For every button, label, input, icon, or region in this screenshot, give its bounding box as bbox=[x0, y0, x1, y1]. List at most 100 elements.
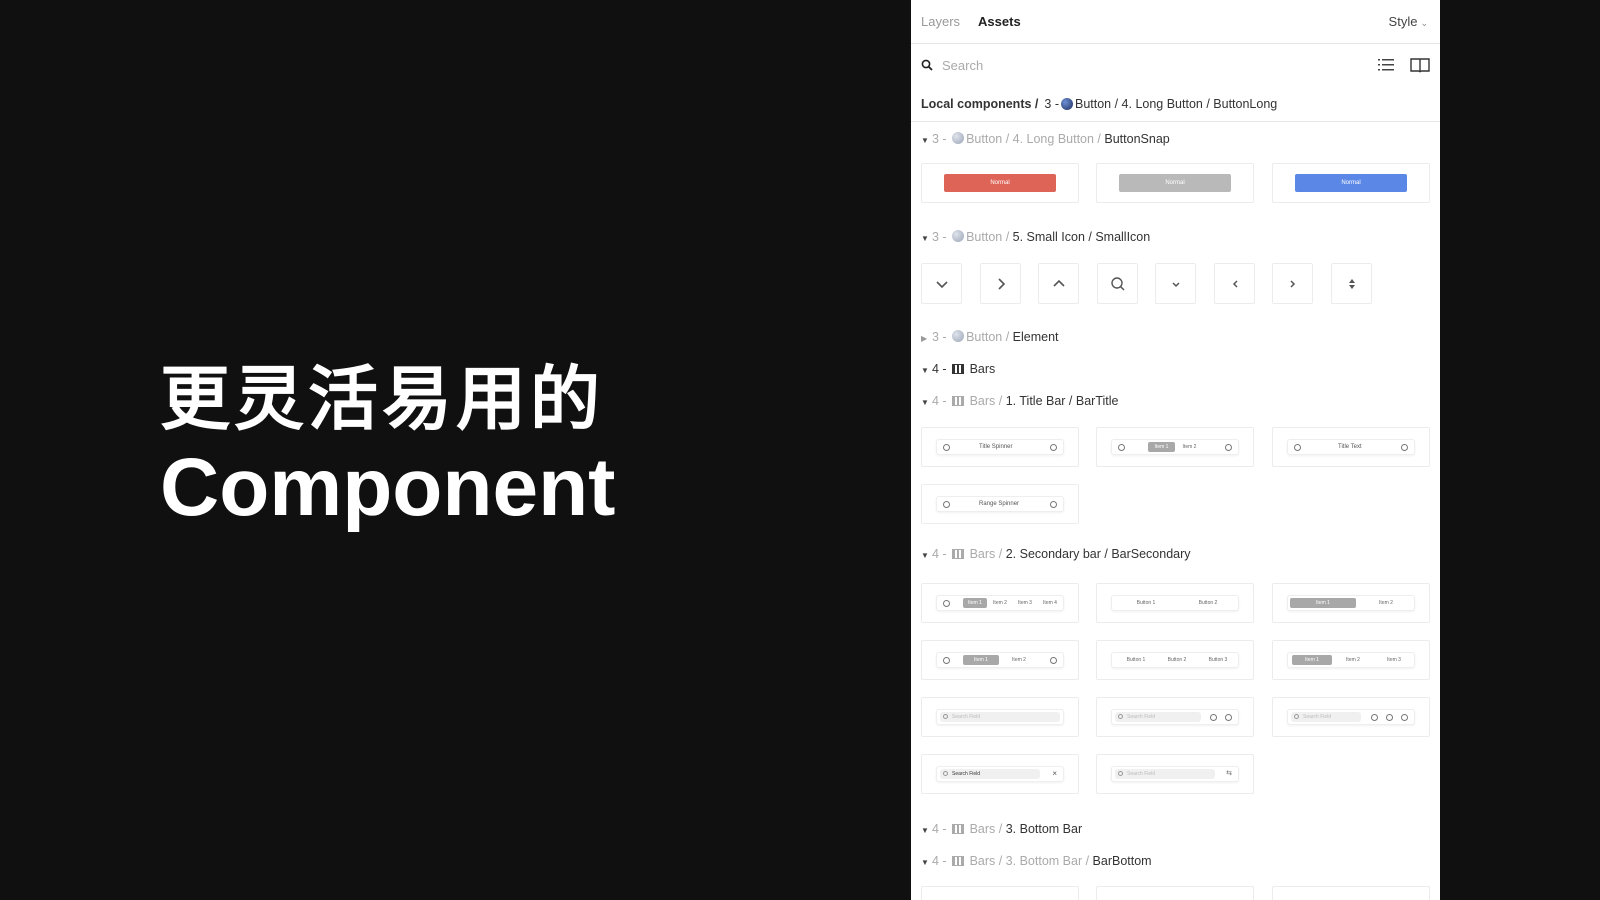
section-barbottom[interactable]: ▼ 4 - Bars / 3. Bottom Bar / BarBottom bbox=[921, 854, 1152, 868]
segment-item: Item 2 bbox=[1379, 600, 1393, 606]
search-input[interactable] bbox=[942, 57, 1302, 73]
breadcrumb-prefix: 3 - bbox=[1044, 96, 1059, 111]
segment-item: Button 1 bbox=[1126, 657, 1146, 663]
component-card[interactable] bbox=[1331, 263, 1372, 304]
search-icon bbox=[921, 59, 933, 71]
triangle-down-icon: ▼ bbox=[921, 398, 929, 407]
piano-icon bbox=[952, 824, 965, 834]
secondary-bar-preview: Item 1 Item 2 Item 3 Item 4 bbox=[936, 595, 1064, 611]
search-icon bbox=[1111, 277, 1125, 291]
component-card[interactable]: Search Field × bbox=[921, 754, 1079, 794]
filter-icon: ⇆ bbox=[1226, 770, 1232, 777]
circle-icon bbox=[1050, 444, 1057, 451]
segment-item: Button 3 bbox=[1208, 657, 1228, 663]
component-card[interactable]: Normal bbox=[1096, 163, 1254, 203]
component-card[interactable] bbox=[1096, 886, 1254, 900]
triangle-down-icon: ▼ bbox=[921, 826, 929, 835]
piano-icon bbox=[952, 396, 965, 406]
triangle-down-icon: ▼ bbox=[921, 366, 929, 375]
component-card[interactable]: Item 1 Item 2 Item 3 Item 4 bbox=[921, 583, 1079, 623]
component-card[interactable]: Normal bbox=[1272, 163, 1430, 203]
segment-item: Item 1 bbox=[1148, 442, 1175, 452]
search-icon bbox=[1118, 771, 1123, 776]
section-smallicon[interactable]: ▼ 3 - Button / 5. Small Icon / SmallIcon bbox=[921, 230, 1150, 244]
component-card[interactable]: Search Field ⇆ bbox=[1096, 754, 1254, 794]
bar-text: Title Text bbox=[1338, 444, 1362, 450]
search-bar-preview: Search Field bbox=[1287, 709, 1415, 725]
component-card[interactable] bbox=[980, 263, 1021, 304]
sort-icon bbox=[1349, 279, 1355, 289]
component-card[interactable]: Title Text bbox=[1272, 427, 1430, 467]
segment-item: Item 4 bbox=[1043, 600, 1057, 606]
component-card[interactable]: Item 1 Item 2 bbox=[921, 640, 1079, 680]
segment-item: Button 2 bbox=[1167, 657, 1187, 663]
stage: 更灵活易用的 Component Layers Assets Style⌄ Lo… bbox=[0, 0, 1600, 900]
component-card[interactable]: Item 1 Item 2 bbox=[1096, 427, 1254, 467]
circle-icon bbox=[1401, 714, 1408, 721]
component-card[interactable] bbox=[1272, 886, 1430, 900]
component-card[interactable] bbox=[1155, 263, 1196, 304]
component-card[interactable]: Search Field bbox=[921, 697, 1079, 737]
component-card[interactable]: Title Spinner bbox=[921, 427, 1079, 467]
component-card[interactable] bbox=[921, 886, 1079, 900]
component-card[interactable] bbox=[1214, 263, 1255, 304]
section-bottombar[interactable]: ▼ 4 - Bars / 3. Bottom Bar bbox=[921, 822, 1082, 836]
circle-icon bbox=[1386, 714, 1393, 721]
piano-icon bbox=[952, 364, 965, 374]
library-book-icon[interactable] bbox=[1410, 56, 1430, 74]
segment-item: Item 2 bbox=[993, 600, 1007, 606]
component-card[interactable] bbox=[921, 263, 962, 304]
component-card[interactable]: Item 1 Item 2 Item 3 bbox=[1272, 640, 1430, 680]
section-element[interactable]: ▶ 3 - Button / Element bbox=[921, 330, 1059, 344]
component-card[interactable]: Item 1 Item 2 bbox=[1272, 583, 1430, 623]
component-card[interactable]: Normal bbox=[921, 163, 1079, 203]
close-icon: × bbox=[1052, 769, 1057, 778]
search-field-preview: Search Field bbox=[1115, 769, 1215, 779]
component-card[interactable] bbox=[1038, 263, 1079, 304]
secondary-bar-preview: Item 1 Item 2 bbox=[936, 652, 1064, 668]
section-barsecondary[interactable]: ▼ 4 - Bars / 2. Secondary bar / BarSecond… bbox=[921, 547, 1191, 561]
tab-layers[interactable]: Layers bbox=[921, 14, 960, 29]
title-bar-preview: Range Spinner bbox=[936, 496, 1064, 512]
segment-item: Item 1 bbox=[1290, 598, 1356, 608]
circle-icon bbox=[1225, 444, 1232, 451]
breadcrumb: Local components / 3 - Button / 4. Long … bbox=[911, 86, 1440, 122]
component-card[interactable]: Search Field bbox=[1096, 697, 1254, 737]
breadcrumb-root[interactable]: Local components / bbox=[921, 97, 1038, 111]
search-row bbox=[911, 44, 1440, 86]
long-button-blue: Normal bbox=[1295, 174, 1407, 192]
secondary-bar-preview: Item 1 Item 2 bbox=[1287, 595, 1415, 611]
style-dropdown[interactable]: Style ⌄ bbox=[1389, 14, 1428, 29]
bar-text: Range Spinner bbox=[979, 501, 1020, 507]
segment-item: Item 3 bbox=[1387, 657, 1401, 663]
search-icon bbox=[943, 771, 948, 776]
segment-item: Item 1 bbox=[963, 655, 999, 665]
style-label: Style bbox=[1388, 14, 1418, 29]
chevron-right-icon bbox=[998, 278, 1006, 290]
secondary-bar-preview: Button 1 Button 2 bbox=[1111, 595, 1239, 611]
breadcrumb-path: Button / 4. Long Button / ButtonLong bbox=[1074, 96, 1278, 111]
component-card[interactable]: Button 1 Button 2 Button 3 bbox=[1096, 640, 1254, 680]
circle-icon bbox=[1401, 444, 1408, 451]
bar-text: Title Spinner bbox=[979, 444, 1013, 450]
segment-item: Button 1 bbox=[1136, 600, 1156, 606]
hero-line-1: 更灵活易用的 bbox=[160, 358, 604, 440]
component-card[interactable]: Search Field bbox=[1272, 697, 1430, 737]
search-bar-preview: Search Field ⇆ bbox=[1111, 766, 1239, 782]
component-card[interactable] bbox=[1272, 263, 1313, 304]
component-card[interactable] bbox=[1097, 263, 1138, 304]
search-icon bbox=[943, 714, 948, 719]
component-card[interactable]: Button 1 Button 2 bbox=[1096, 583, 1254, 623]
chevron-down-icon: ⌄ bbox=[1420, 18, 1428, 28]
list-view-icon[interactable] bbox=[1376, 56, 1396, 74]
segment-item: Item 3 bbox=[1018, 600, 1032, 606]
section-bars[interactable]: ▼ 4 - Bars bbox=[921, 362, 995, 376]
section-bartitle[interactable]: ▼ 4 - Bars / 1. Title Bar / BarTitle bbox=[921, 394, 1118, 408]
tab-assets[interactable]: Assets bbox=[978, 14, 1021, 29]
segment-item: Item 1 bbox=[1292, 655, 1332, 665]
component-card[interactable]: Range Spinner bbox=[921, 484, 1079, 524]
chevron-down-icon bbox=[936, 281, 948, 289]
section-buttonsnap[interactable]: ▼ 3 - Button / 4. Long Button / ButtonSna… bbox=[921, 132, 1170, 146]
segment-item: Item 2 bbox=[1346, 657, 1360, 663]
circle-icon bbox=[1118, 444, 1125, 451]
